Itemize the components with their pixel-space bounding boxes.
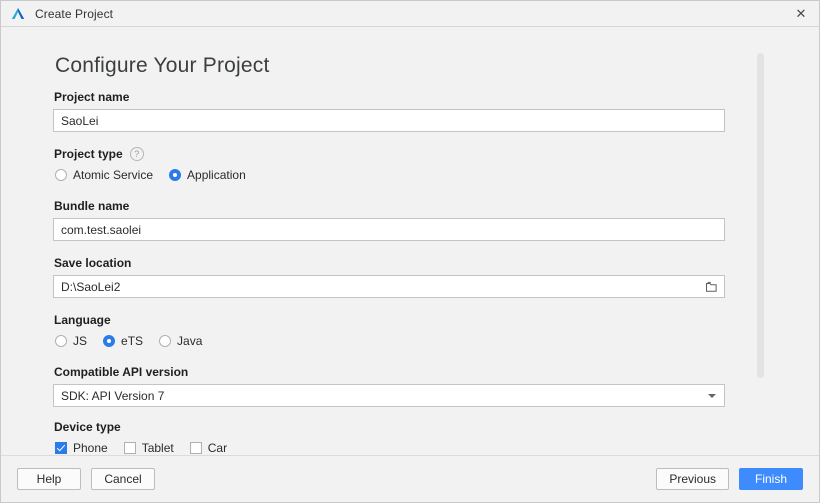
api-version-select-wrap: SDK: API Version 7 (53, 384, 725, 407)
api-version-selected-value: SDK: API Version 7 (61, 388, 165, 403)
checkbox-tablet-label: Tablet (141, 441, 174, 455)
radio-application-indicator (169, 169, 182, 181)
checkbox-car-label: Car (207, 441, 228, 455)
api-version-label-text: Compatible API version (54, 365, 189, 379)
checkbox-phone-label: Phone (73, 441, 108, 455)
bundle-name-input[interactable] (53, 218, 725, 241)
device-type-checkbox-group: Phone Tablet Car (55, 439, 725, 455)
finish-button[interactable]: Finish (739, 468, 803, 490)
checkbox-phone[interactable]: Phone (55, 441, 108, 455)
folder-icon[interactable] (699, 276, 724, 297)
project-type-radio-group: Atomic Service Application (55, 166, 725, 184)
bundle-name-field-wrap (53, 218, 725, 241)
device-type-label: Device type (54, 420, 725, 434)
title-bar: Create Project ✕ (1, 1, 819, 27)
close-icon[interactable]: ✕ (783, 1, 819, 26)
project-type-label-text: Project type (54, 147, 123, 161)
help-button[interactable]: Help (17, 468, 81, 490)
radio-language-js[interactable]: JS (55, 334, 87, 348)
radio-language-js-label: JS (73, 334, 88, 348)
language-label-text: Language (54, 313, 111, 327)
radio-atomic-service-label: Atomic Service (73, 168, 154, 182)
dialog-footer: Help Cancel Previous Finish (1, 455, 819, 502)
bundle-name-label: Bundle name (54, 199, 725, 213)
project-name-field-wrap (53, 109, 725, 132)
api-version-label: Compatible API version (54, 365, 725, 379)
dialog-content: Configure Your Project Project name Proj… (1, 27, 819, 455)
footer-left-buttons: Help Cancel (17, 468, 155, 490)
project-name-label-text: Project name (54, 90, 130, 104)
cancel-button[interactable]: Cancel (91, 468, 155, 490)
save-location-label-text: Save location (54, 256, 132, 270)
scrollbar-thumb[interactable] (757, 53, 764, 378)
bundle-name-label-text: Bundle name (54, 199, 130, 213)
language-radio-group: JS eTS Java (55, 332, 725, 350)
save-location-label: Save location (54, 256, 725, 270)
deveco-logo-icon (10, 6, 26, 22)
footer-right-buttons: Previous Finish (656, 468, 803, 490)
checkbox-car-indicator (189, 442, 202, 454)
radio-language-js-indicator (55, 335, 67, 347)
radio-application-label: Application (187, 168, 246, 182)
project-config-form: Project name Project type ? Atomic Servi… (53, 90, 725, 455)
checkbox-phone-indicator (55, 442, 67, 454)
language-label: Language (54, 313, 725, 327)
checkbox-car[interactable]: Car (189, 441, 228, 455)
content-scrollbar[interactable] (757, 53, 764, 378)
checkbox-tablet-indicator (123, 442, 136, 454)
radio-language-java[interactable]: Java (159, 334, 202, 348)
device-type-label-text: Device type (54, 420, 121, 434)
window-title: Create Project (35, 6, 114, 21)
radio-atomic-service-indicator (55, 169, 67, 181)
chevron-down-icon[interactable] (700, 385, 724, 406)
project-type-label: Project type ? (54, 147, 725, 161)
radio-language-ets-indicator (103, 335, 116, 347)
radio-language-java-label: Java (177, 334, 203, 348)
previous-button[interactable]: Previous (656, 468, 729, 490)
project-name-input[interactable] (53, 109, 725, 132)
save-location-field-wrap (53, 275, 725, 298)
page-title: Configure Your Project (55, 54, 270, 77)
radio-atomic-service[interactable]: Atomic Service (55, 168, 153, 182)
radio-language-ets[interactable]: eTS (103, 334, 143, 348)
checkbox-tablet[interactable]: Tablet (123, 441, 174, 455)
project-type-help-icon[interactable]: ? (129, 147, 144, 161)
radio-language-java-indicator (159, 335, 172, 347)
radio-language-ets-label: eTS (121, 334, 144, 348)
api-version-select[interactable]: SDK: API Version 7 (53, 384, 725, 407)
radio-application[interactable]: Application (169, 168, 246, 182)
create-project-dialog: Create Project ✕ Configure Your Project … (0, 0, 820, 503)
save-location-input[interactable] (53, 275, 725, 298)
project-name-label: Project name (54, 90, 725, 104)
